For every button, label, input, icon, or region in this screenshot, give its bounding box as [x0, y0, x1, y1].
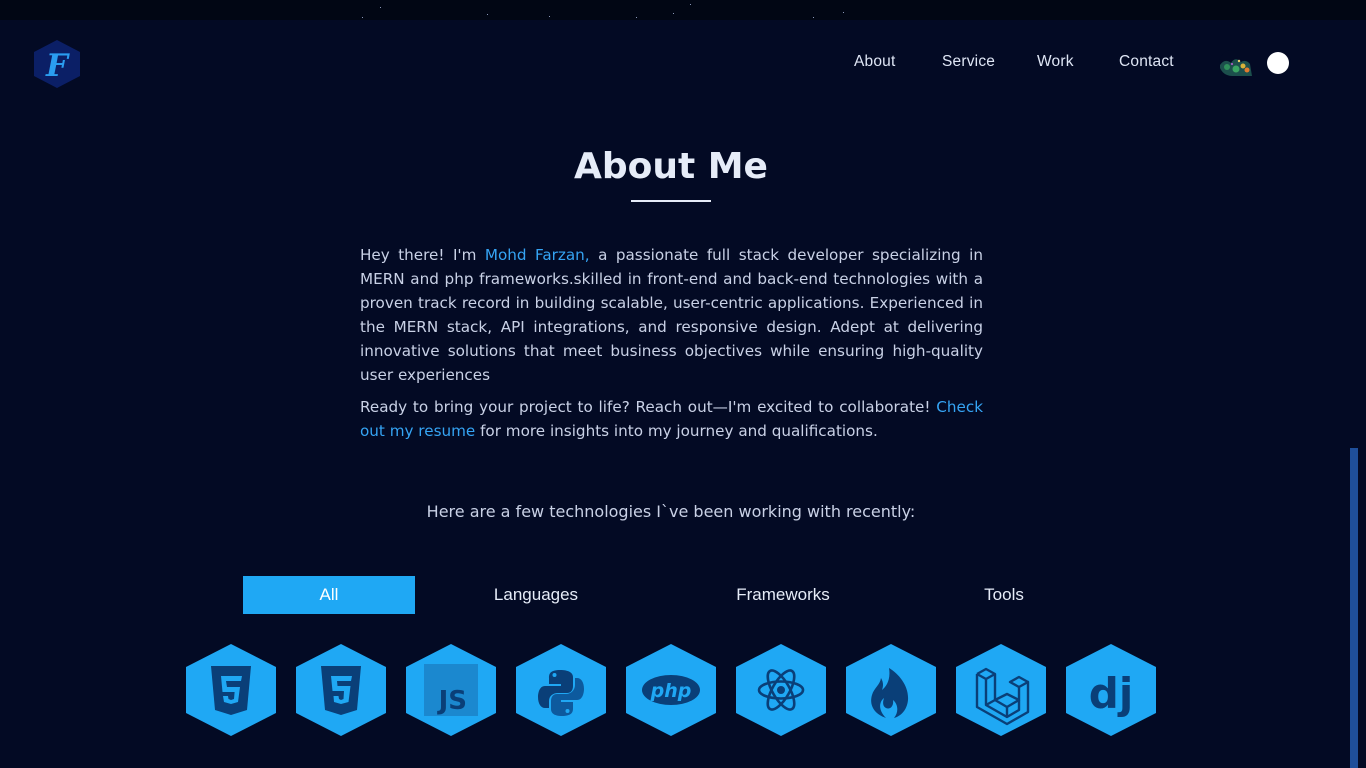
cta-text: Ready to bring your project to life? Rea… — [360, 398, 937, 416]
cta-tail-text: for more insights into my journey and qu… — [475, 422, 878, 440]
author-name: Mohd Farzan, — [484, 246, 590, 264]
nav-link-contact[interactable]: Contact — [1119, 53, 1174, 71]
python-icon[interactable] — [516, 644, 606, 736]
nav-link-work[interactable]: Work — [1037, 53, 1074, 71]
toggle-knob — [1267, 52, 1289, 74]
scrollbar-thumb[interactable] — [1350, 448, 1358, 768]
about-title: About Me — [574, 146, 768, 187]
css3-icon[interactable] — [296, 644, 386, 736]
tech-filter-tabs: All Languages Frameworks Tools — [0, 576, 1366, 614]
tab-all[interactable]: All — [243, 576, 415, 614]
title-underline — [631, 200, 711, 202]
nav-link-about[interactable]: About — [854, 53, 896, 71]
laravel-icon[interactable] — [956, 644, 1046, 736]
main-nav: About Service Work Contact — [0, 53, 1366, 75]
bio-paragraph-1: Hey there! I'm Mohd Farzan, a passionate… — [360, 243, 983, 387]
tab-languages[interactable]: Languages — [450, 576, 622, 614]
bio-body-text: a passionate full stack developer specia… — [360, 246, 983, 384]
codeigniter-icon[interactable] — [846, 644, 936, 736]
javascript-icon[interactable]: JS — [406, 644, 496, 736]
bio-paragraph-2: Ready to bring your project to life? Rea… — [360, 395, 983, 443]
php-icon[interactable]: php — [626, 644, 716, 736]
react-icon[interactable] — [736, 644, 826, 736]
tab-tools[interactable]: Tools — [918, 576, 1090, 614]
theme-toggle[interactable] — [1219, 50, 1291, 76]
tech-intro: Here are a few technologies I`ve been wo… — [426, 502, 916, 521]
js-label: JS — [437, 686, 467, 716]
html5-icon[interactable] — [186, 644, 276, 736]
django-label: dj — [1089, 669, 1133, 718]
php-label: php — [650, 680, 692, 702]
bio-intro-text: Hey there! I'm — [360, 246, 485, 264]
about-bio: Hey there! I'm Mohd Farzan, a passionate… — [360, 243, 983, 443]
nav-link-service[interactable]: Service — [942, 53, 995, 71]
tab-frameworks[interactable]: Frameworks — [697, 576, 869, 614]
top-starfield-strip — [0, 0, 1366, 20]
django-icon[interactable]: dj — [1066, 644, 1156, 736]
